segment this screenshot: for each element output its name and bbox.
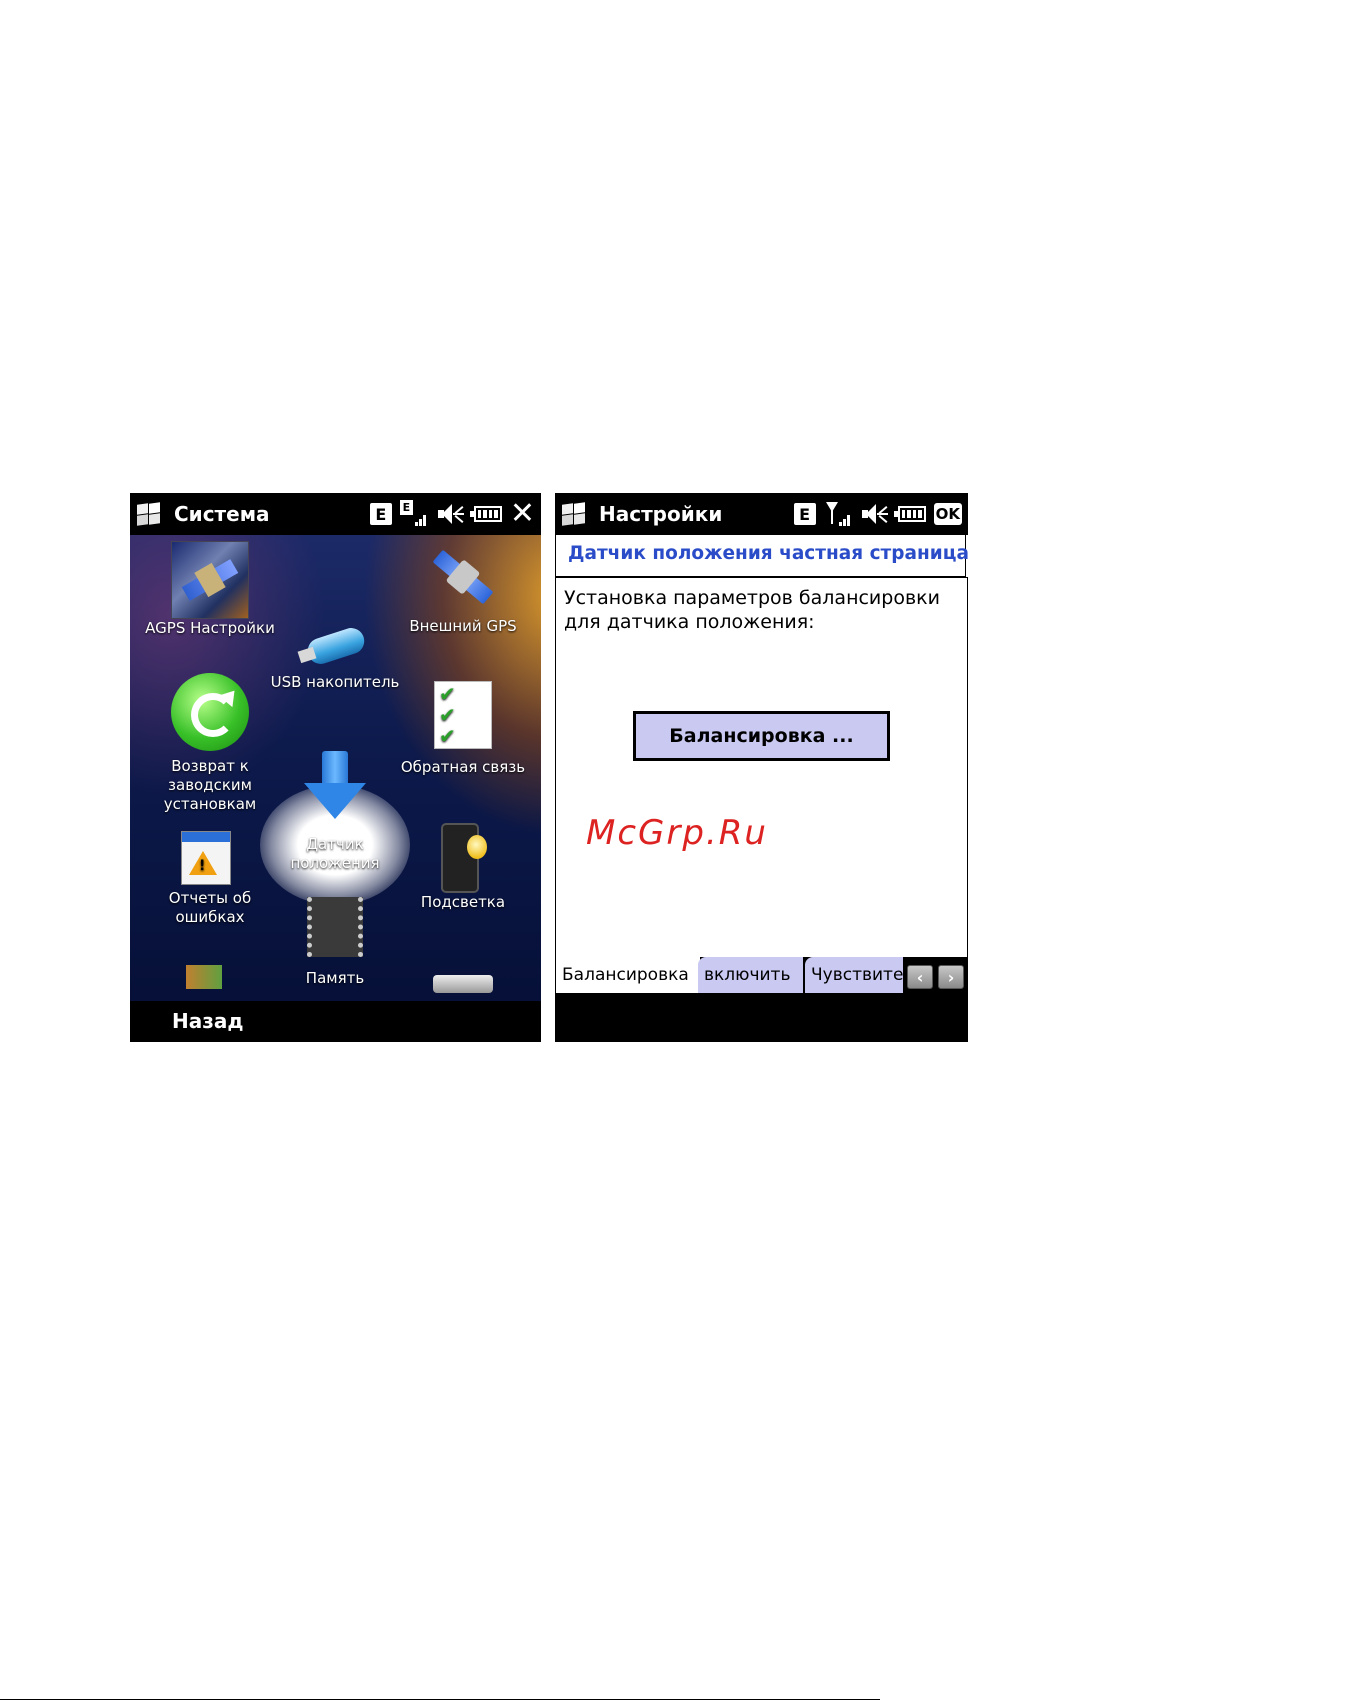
signal-antenna-icon[interactable]	[824, 500, 852, 528]
app-partial-bottom-right[interactable]	[423, 975, 503, 993]
connector-icon	[433, 975, 493, 993]
app-external-gps[interactable]: Внешний GPS	[388, 541, 538, 636]
app-memory[interactable]: Память	[260, 897, 410, 988]
close-icon[interactable]: ✕	[510, 499, 535, 529]
tab-prev-button[interactable]: ‹	[907, 965, 933, 989]
desktop-background: AGPS Настройки Внешний GPS USB накопител…	[130, 535, 541, 1001]
memory-chip-icon	[307, 897, 363, 957]
page-header: Датчик положения частная страница	[555, 535, 968, 577]
usb-drive-icon	[297, 623, 373, 669]
content-area: Установка параметров балансировки для да…	[555, 577, 968, 957]
screen-title: Система	[174, 502, 270, 526]
soft-key-bar: Назад	[130, 1001, 541, 1042]
speaker-muted-icon[interactable]	[436, 501, 466, 527]
windows-start-icon[interactable]	[561, 502, 587, 526]
tab-enable[interactable]: включить	[698, 957, 803, 993]
speaker-muted-icon[interactable]	[860, 501, 890, 527]
system-screen: Система E E ✕ AGPS Настройки Внешний GPS…	[130, 493, 541, 1042]
description-text: Установка параметров балансировки для да…	[564, 587, 940, 633]
balance-button[interactable]: Балансировка ...	[633, 711, 890, 761]
ok-button[interactable]: OK	[933, 503, 962, 525]
tab-balance[interactable]: Балансировка	[555, 957, 700, 993]
satellite-icon	[428, 541, 498, 611]
windows-start-icon[interactable]	[136, 502, 162, 526]
backlight-phone-icon	[435, 823, 491, 893]
page-footer-rule	[0, 1699, 880, 1700]
arrow-down-icon	[304, 751, 366, 821]
app-feedback[interactable]: Обратная связь	[388, 681, 538, 777]
tab-sensitivity[interactable]: Чувствите	[805, 957, 903, 993]
app-backlight[interactable]: Подсветка	[388, 823, 538, 912]
settings-screen: Настройки E OK Датчик положения частная …	[555, 493, 968, 1042]
edge-network-icon[interactable]: E	[793, 503, 816, 525]
tab-next-button[interactable]: ›	[938, 965, 964, 989]
error-report-icon	[177, 823, 243, 889]
refresh-icon	[171, 673, 249, 751]
back-softkey[interactable]: Назад	[172, 1009, 244, 1033]
tab-bar: Балансировка включить Чувствите ‹ ›	[555, 957, 968, 993]
edge-network-icon[interactable]: E	[369, 503, 392, 525]
checklist-icon	[434, 681, 492, 749]
page-title: Датчик положения частная страница	[568, 543, 968, 564]
satellite-photo-icon	[171, 541, 249, 619]
battery-icon[interactable]	[893, 506, 926, 522]
status-bar: Система E E ✕	[130, 493, 541, 535]
app-partial-bottom-left[interactable]	[182, 965, 226, 989]
watermark-text: McGrp.Ru	[586, 813, 768, 853]
battery-icon[interactable]	[469, 506, 502, 522]
status-bar: Настройки E OK	[555, 493, 968, 535]
soft-key-bar	[555, 993, 968, 1042]
signal-strength-icon[interactable]: E	[399, 500, 428, 528]
partial-app-icon	[186, 965, 222, 989]
screen-title: Настройки	[599, 502, 723, 526]
